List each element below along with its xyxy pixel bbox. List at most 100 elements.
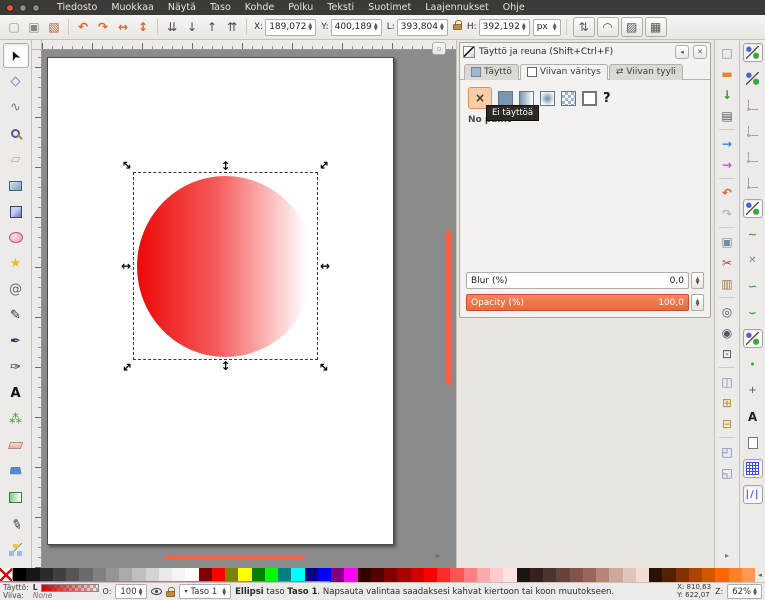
palette-swatch[interactable]: [225, 568, 238, 582]
tab-stroke-paint[interactable]: Viivan väritys: [520, 64, 608, 80]
zoom-to-drawing-button[interactable]: ◉: [717, 323, 737, 342]
affect-move-patterns-button[interactable]: ▦: [645, 17, 667, 37]
snap-object-centers-button[interactable]: •: [743, 355, 763, 374]
blur-spinner[interactable]: ▲▼: [691, 272, 704, 289]
lower-to-bottom-button[interactable]: ⇊: [162, 17, 182, 37]
tool-bezier-pen[interactable]: ✒: [3, 329, 29, 354]
menu-suotimet[interactable]: Suotimet: [361, 2, 418, 13]
vertical-scrollbar[interactable]: [446, 230, 451, 385]
affect-scale-stroke-button[interactable]: ⇅: [573, 17, 595, 37]
blur-slider[interactable]: Blur (%) 0,0: [466, 272, 689, 289]
menu-polku[interactable]: Polku: [281, 2, 320, 13]
tool-connector[interactable]: [3, 537, 29, 562]
palette-swatch[interactable]: [490, 568, 503, 582]
copy-button[interactable]: ▣: [717, 232, 737, 251]
tab-stroke-style[interactable]: ⇄Viivan tyyli: [609, 64, 683, 80]
tab-fill[interactable]: Täyttö: [464, 64, 519, 80]
width-spinner[interactable]: ▲▼: [438, 23, 444, 31]
tool-pencil[interactable]: ✎: [3, 303, 29, 328]
palette-swatch[interactable]: [13, 568, 26, 582]
palette-swatch[interactable]: [424, 568, 437, 582]
tool-calligraphy[interactable]: ✑: [3, 355, 29, 380]
palette-swatch[interactable]: [662, 568, 675, 582]
palette-swatch[interactable]: [238, 568, 251, 582]
rotate-ccw-button[interactable]: ↶: [73, 17, 93, 37]
tool-spiral[interactable]: @: [3, 277, 29, 302]
menu-tiedosto[interactable]: Tiedosto: [50, 2, 104, 13]
undo-button[interactable]: ↶: [717, 183, 737, 202]
export-button[interactable]: →: [717, 155, 737, 174]
snap-grid-button[interactable]: [743, 459, 763, 478]
tool-star[interactable]: ★: [3, 251, 29, 276]
paint-flat-color-button[interactable]: [498, 91, 513, 106]
paint-linear-gradient-button[interactable]: [519, 91, 534, 106]
lock-ratio-icon[interactable]: [453, 24, 462, 30]
palette-swatch[interactable]: [159, 568, 172, 582]
palette-swatch[interactable]: [53, 568, 66, 582]
group-button[interactable]: ◰: [717, 442, 737, 461]
duplicate-button[interactable]: ◫: [717, 372, 737, 391]
palette-swatch[interactable]: [477, 568, 490, 582]
opacity-spinner[interactable]: ▲▼: [691, 294, 704, 311]
palette-swatch[interactable]: [742, 568, 755, 582]
tool-zoom[interactable]: [3, 121, 29, 146]
palette-swatch[interactable]: [689, 568, 702, 582]
paint-unknown-paint-button[interactable]: ?: [603, 91, 611, 106]
snap-page-border-button[interactable]: [743, 433, 763, 452]
snap-others-button[interactable]: [743, 329, 763, 348]
palette-swatch[interactable]: [146, 568, 159, 582]
open-document-button[interactable]: ▬: [717, 64, 737, 83]
tool-box-3d[interactable]: [3, 199, 29, 224]
snap-text-baseline-button[interactable]: A: [743, 407, 763, 426]
snap-smooth-nodes-button[interactable]: ∽: [743, 277, 763, 296]
tool-selector[interactable]: ➤: [3, 43, 29, 68]
palette-scroll-left-icon[interactable]: ◂: [755, 568, 765, 582]
tool-node-editor[interactable]: ◇: [3, 69, 29, 94]
palette-swatch[interactable]: [715, 568, 728, 582]
palette-swatch[interactable]: [609, 568, 622, 582]
cms-toggle-button[interactable]: ▫: [432, 42, 446, 55]
menu-taso[interactable]: Taso: [203, 2, 238, 13]
tool-ellipse[interactable]: [3, 225, 29, 250]
unit-spinner[interactable]: ▲▼: [551, 23, 557, 31]
canvas[interactable]: ▫ ↔ ↔ ↔ ↔ ↕ ↕ ↔ ↔ ▸: [32, 40, 456, 568]
palette-swatch[interactable]: [93, 568, 106, 582]
menu-teksti[interactable]: Teksti: [320, 2, 361, 13]
palette-swatch[interactable]: [278, 568, 291, 582]
palette-swatch[interactable]: [291, 568, 304, 582]
palette-swatch[interactable]: [172, 568, 185, 582]
layer-visibility-icon[interactable]: [151, 588, 162, 595]
raise-to-top-button[interactable]: ⇈: [222, 17, 242, 37]
snap-bbox-edge-midpoints-button[interactable]: [743, 147, 763, 166]
palette-swatch[interactable]: [199, 568, 212, 582]
zoom-to-selection-button[interactable]: ◎: [717, 302, 737, 321]
palette-swatch[interactable]: [384, 568, 397, 582]
commands-expand-button[interactable]: ▸: [717, 546, 737, 565]
snap-midpoints-button[interactable]: ⌣: [743, 303, 763, 322]
snap-guides-button[interactable]: |/|: [743, 485, 763, 504]
x-spinner[interactable]: ▲▼: [306, 23, 312, 31]
palette-swatch[interactable]: [636, 568, 649, 582]
rotate-cw-button[interactable]: ↷: [93, 17, 113, 37]
save-document-button[interactable]: ↓: [717, 85, 737, 104]
snap-rotation-centers-button[interactable]: +: [743, 381, 763, 400]
palette-swatch-none[interactable]: [0, 568, 13, 582]
palette-swatch[interactable]: [79, 568, 92, 582]
palette-swatch[interactable]: [503, 568, 516, 582]
window-maximize-button[interactable]: [32, 4, 40, 12]
unlink-clone-button[interactable]: ⊟: [717, 414, 737, 433]
paint-swatch-button[interactable]: [582, 91, 597, 106]
dialog-close-button[interactable]: ✕: [693, 45, 707, 59]
layer-select[interactable]: ▾Taso 1▲▼: [179, 584, 231, 599]
zoom-input[interactable]: 62%▲▼: [727, 584, 762, 599]
palette-swatch[interactable]: [543, 568, 556, 582]
y-spinner[interactable]: ▲▼: [372, 23, 378, 31]
scale-handle-left[interactable]: ↔: [121, 261, 131, 271]
affect-scale-corners-button[interactable]: ◠: [597, 17, 619, 37]
print-button[interactable]: ▤: [717, 106, 737, 125]
tool-paint-bucket[interactable]: [3, 459, 29, 484]
tool-eraser[interactable]: [3, 433, 29, 458]
palette-swatch[interactable]: [530, 568, 543, 582]
horizontal-ruler[interactable]: [42, 40, 456, 50]
palette-swatch[interactable]: [40, 568, 53, 582]
